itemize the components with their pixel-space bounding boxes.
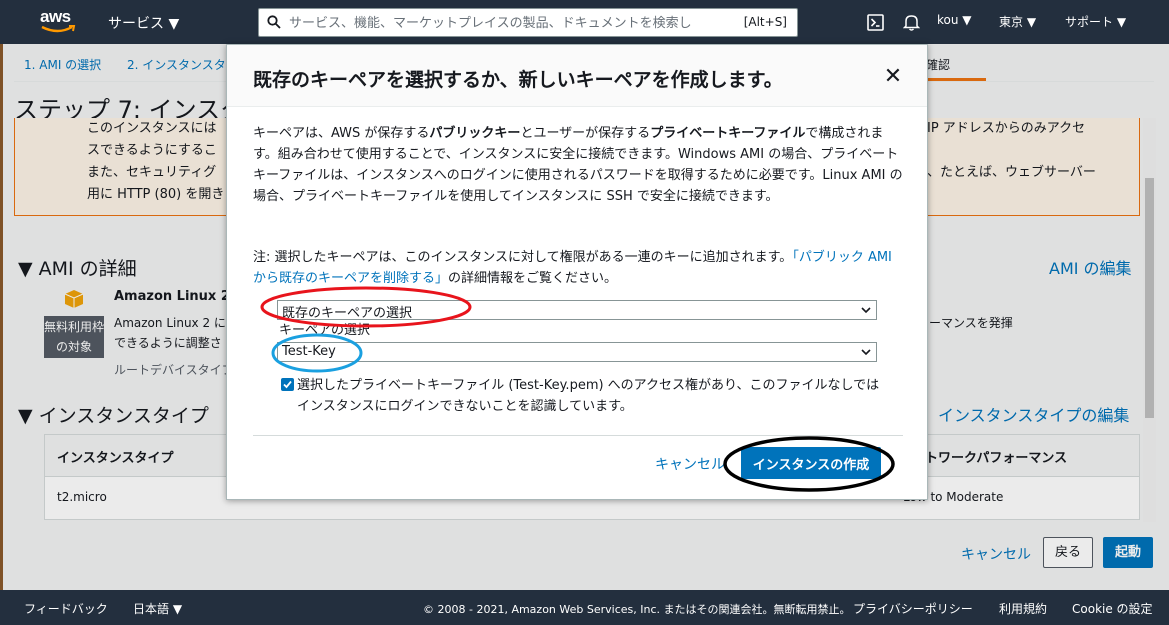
description-text: とユーザーが保存する: [520, 126, 651, 141]
search-icon: [267, 15, 281, 29]
aws-logo-text: aws: [40, 7, 71, 26]
support-menu[interactable]: サポート ▼: [1065, 13, 1126, 30]
cookie-settings-link[interactable]: Cookie の設定: [1072, 600, 1153, 617]
search-box[interactable]: [Alt+S]: [258, 8, 798, 37]
top-navigation: aws サービス ▼ [Alt+S] kou ▼ 東京 ▼ サポート ▼: [0, 0, 1169, 44]
acknowledge-text: 選択したプライベートキーファイル (Test-Key.pem) へのアクセス権が…: [297, 378, 880, 414]
key-pair-modal: 既存のキーペアを選択するか、新しいキーペアを作成します。 ✕ キーペアは、AWS…: [226, 44, 928, 500]
close-icon[interactable]: ✕: [881, 65, 905, 89]
key-pair-description: キーペアは、AWS が保存するパブリックキーとユーザーが保存するプライベートキー…: [253, 123, 903, 207]
aws-logo[interactable]: aws: [40, 8, 80, 36]
services-menu[interactable]: サービス ▼: [108, 13, 179, 33]
modal-cancel-button[interactable]: キャンセル: [655, 454, 725, 474]
bell-icon[interactable]: [903, 13, 920, 31]
modal-title: 既存のキーペアを選択するか、新しいキーペアを作成します。: [253, 69, 783, 91]
acknowledge-row: 選択したプライベートキーファイル (Test-Key.pem) へのアクセス権が…: [281, 375, 891, 417]
check-icon: [283, 380, 292, 389]
region-menu[interactable]: 東京 ▼: [999, 13, 1036, 30]
search-input[interactable]: [289, 13, 729, 33]
modal-header: 既存のキーペアを選択するか、新しいキーペアを作成します。 ✕: [227, 45, 927, 107]
note-text: の詳細情報をご覧ください。: [448, 271, 618, 286]
feedback-link[interactable]: フィードバック: [24, 600, 108, 617]
terms-link[interactable]: 利用規約: [999, 600, 1047, 617]
note-text: 注: 選択したキーペアは、このインスタンスに対して権限がある一連のキーに追加され…: [253, 250, 793, 265]
chevron-down-icon: [861, 349, 871, 356]
modal-divider: [253, 435, 903, 436]
language-selector[interactable]: 日本語 ▼: [133, 600, 182, 617]
footer: フィードバック 日本語 ▼ © 2008 - 2021, Amazon Web …: [0, 590, 1169, 625]
cloudshell-icon[interactable]: [867, 14, 884, 31]
create-instance-button[interactable]: インスタンスの作成: [741, 447, 881, 479]
acknowledge-checkbox[interactable]: [281, 378, 294, 391]
key-pair-select-label: キーペアの選択: [279, 323, 371, 338]
search-shortcut: [Alt+S]: [743, 15, 787, 29]
privacy-link[interactable]: プライバシーポリシー: [853, 600, 973, 617]
description-text: キーペアは、AWS が保存する: [253, 126, 430, 141]
copyright-text: © 2008 - 2021, Amazon Web Services, Inc.…: [423, 603, 851, 616]
user-menu[interactable]: kou ▼: [937, 13, 972, 27]
key-pair-note: 注: 選択したキーペアは、このインスタンスに対して権限がある一連のキーに追加され…: [253, 247, 903, 289]
chevron-down-icon: [861, 307, 871, 314]
description-bold: プライベートキーファイル: [650, 126, 806, 141]
select-value: Test-Key: [282, 344, 336, 359]
description-bold: パブリックキー: [429, 126, 521, 141]
key-pair-name-select[interactable]: Test-Key: [277, 342, 877, 362]
smile-icon: [41, 25, 76, 33]
key-pair-mode-select[interactable]: 既存のキーペアの選択: [277, 300, 877, 321]
